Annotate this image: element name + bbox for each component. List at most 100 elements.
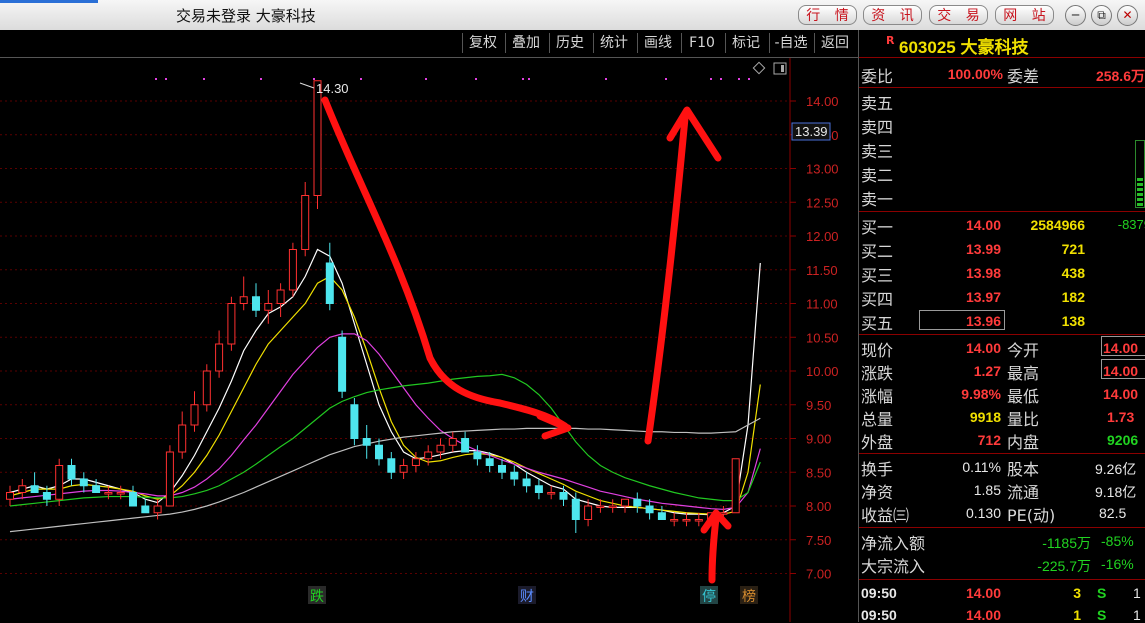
f10-button[interactable]: F10 [681,33,722,53]
candle-body [621,498,629,507]
volume-gauge-icon [1135,140,1145,208]
marker-finance[interactable]: 财 [520,589,534,605]
price-axis-label: 9.50 [806,398,831,413]
high-pointer [299,82,315,89]
candle-body [141,505,150,514]
candle-body [547,492,556,495]
signal-dot [738,78,740,80]
arrow-down-head [536,412,572,440]
market-button[interactable]: 行 情 [798,5,857,25]
trade-button[interactable]: 交 易 [929,5,988,25]
candle-body [424,451,433,460]
price-axis-label: 7.00 [806,567,831,582]
candle-body [67,465,76,480]
candle-body [473,451,482,460]
candle-body [571,498,580,520]
buy3-volume: 438 [1061,265,1085,281]
candle-body [559,492,568,500]
moving-averages [9,248,761,533]
signal-dot [710,78,712,80]
outer-label: 外盘 [861,433,894,452]
candle-body [534,485,543,493]
diamond-icon[interactable] [752,61,766,75]
divider [859,453,1145,454]
sell4-label: 卖四 [861,118,894,137]
candle-body [153,505,162,514]
candle-body [461,438,470,453]
net-asset-value: 1.85 [973,482,1001,498]
net-asset-label: 净资 [861,483,894,502]
buy1-label: 买一 [861,218,894,237]
candle-body [325,262,334,304]
restore-rights-button[interactable]: 复权 [462,33,503,53]
rights-badge: R [886,34,895,47]
candle-body [178,424,187,453]
eps-label: 收益㈢ [861,506,910,525]
marker-list[interactable]: 榜 [742,588,756,605]
back-button[interactable]: 返回 [814,33,855,53]
panel-toggle-bar [781,65,784,72]
price-axis-label: 8.00 [806,499,831,514]
tick-price: 14.00 [965,585,1001,601]
website-button[interactable]: 网 站 [995,5,1054,25]
restore-icon[interactable]: ⧉ [1091,5,1112,26]
candle-body [350,404,359,439]
signal-dot [260,78,262,80]
open-label: 今开 [1007,341,1040,360]
pe-value: 82.5 [1099,505,1127,521]
news-button[interactable]: 资 讯 [863,5,922,25]
candlesticks [6,80,740,533]
add-favorite-button[interactable]: -自选 [769,33,812,53]
price-axis-label: 8.50 [806,465,831,480]
candle-body [92,485,101,493]
top-signal-dots [155,78,750,80]
low-value: 14.00 [1103,386,1139,402]
price-axis-label: 12.50 [806,195,839,210]
float-value: 9.18亿 [1095,484,1137,500]
candle-body [42,492,51,500]
mark-button[interactable]: 标记 [725,33,766,53]
weibi-label: 委比 [861,67,894,86]
signal-dot [720,78,722,80]
candle-body [264,303,273,311]
arrow-up-head [666,106,722,162]
tick-time: 09:50 [861,585,897,601]
overlay-button[interactable]: 叠加 [505,33,546,53]
signal-dot [425,78,427,80]
outer-value: 712 [977,432,1001,448]
price-axis-label: 13.00 [806,162,839,177]
marker-drop[interactable]: 跌 [310,589,324,605]
buy4-label: 买四 [861,290,894,309]
signal-dot [528,78,530,80]
candle-body [288,249,297,291]
candle-body [657,512,666,520]
draw-line-button[interactable]: 画线 [637,33,678,53]
panel-toggle-icon[interactable] [773,62,787,75]
price-axis-label: 7.50 [806,533,831,548]
kline-svg: 14.0013.5013.0012.5012.0011.5011.0010.50… [0,58,839,622]
minimize-icon[interactable]: ─ [1065,5,1086,26]
shares-label: 股本 [1007,460,1040,479]
volume-label: 总量 [861,410,894,429]
candle-body [645,505,654,514]
statistics-button[interactable]: 统计 [593,33,634,53]
title-bar: 交易未登录 大豪科技 行 情 资 讯 交 易 网 站 ─ ⧉ ✕ [0,0,1145,31]
arrow-down-stroke [321,96,569,430]
turnover-value: 0.11% [962,459,1001,475]
signal-dot [360,78,362,80]
tick-side: S [1097,585,1107,601]
candle-body [301,195,310,250]
buy1-volume: 2584966 [1030,217,1085,233]
marker-halt[interactable]: 停 [702,588,716,605]
history-button[interactable]: 历史 [549,33,590,53]
close-icon[interactable]: ✕ [1117,5,1138,26]
kline-chart[interactable]: 14.0013.5013.0012.5012.0011.5011.0010.50… [0,58,858,622]
buy2-label: 买二 [861,242,894,261]
sell1-label: 卖一 [861,190,894,209]
tick-count: 1 [1133,585,1141,601]
price-axis-label: 10.00 [806,364,839,379]
candle-body [694,519,703,522]
tick-volume: 3 [1073,585,1081,601]
candle-body [485,458,494,466]
stock-code-name[interactable]: 603025 大豪科技 [899,33,1028,58]
